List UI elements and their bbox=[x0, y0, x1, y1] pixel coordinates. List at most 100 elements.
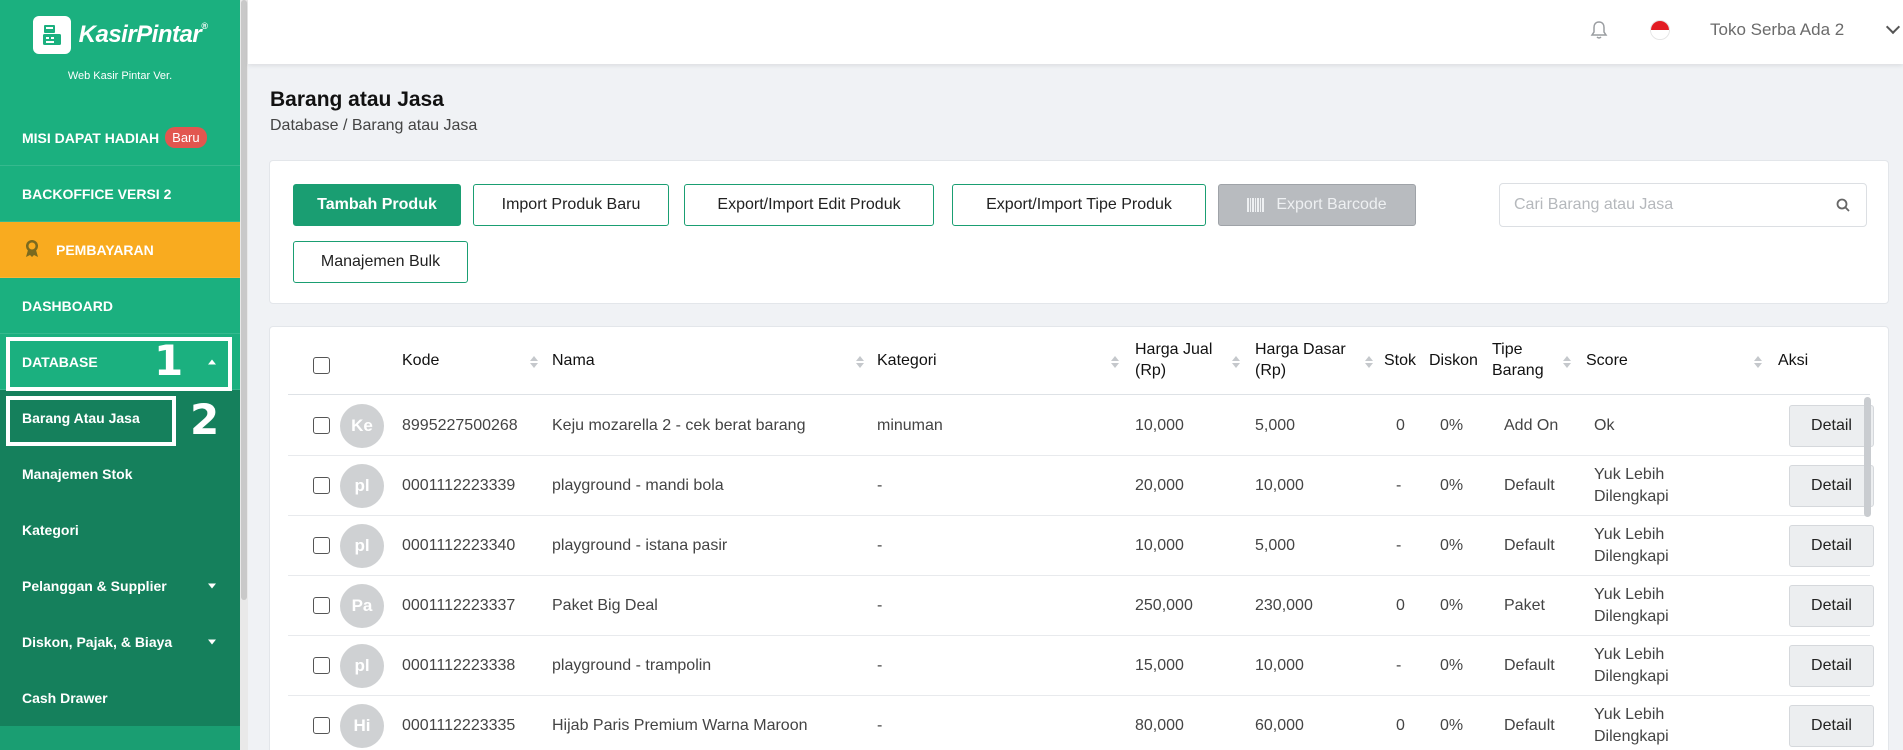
export-import-type-button[interactable]: Export/Import Tipe Produk bbox=[952, 184, 1206, 226]
header-kategori[interactable]: Kategori bbox=[877, 327, 937, 395]
row-checkbox[interactable] bbox=[313, 417, 330, 434]
select-all-checkbox[interactable] bbox=[313, 357, 330, 374]
cell-kode: 0001112223335 bbox=[402, 717, 516, 735]
sort-icon[interactable] bbox=[1365, 356, 1373, 368]
cell-stok: 0 bbox=[1396, 417, 1405, 435]
sidebar-item-database[interactable]: DATABASE bbox=[0, 334, 240, 390]
cell-diskon: 0% bbox=[1440, 717, 1464, 735]
annotation-number-1: 1 bbox=[154, 336, 184, 385]
row-checkbox[interactable] bbox=[313, 597, 330, 614]
detail-button[interactable]: Detail bbox=[1789, 645, 1874, 687]
cell-kode: 0001112223340 bbox=[402, 537, 516, 555]
detail-button[interactable]: Detail bbox=[1789, 465, 1874, 507]
cell-nama: Paket Big Deal bbox=[552, 597, 658, 615]
indonesia-flag-icon[interactable] bbox=[1650, 20, 1670, 40]
cell-diskon: 0% bbox=[1440, 477, 1464, 495]
sidebar-item-diskon-pajak-biaya[interactable]: Diskon, Pajak, & Biaya bbox=[0, 614, 240, 670]
row-checkbox[interactable] bbox=[313, 657, 330, 674]
cell-kode: 8995227500268 bbox=[402, 417, 518, 435]
sidebar-item-manajemen-stok[interactable]: Manajemen Stok bbox=[0, 446, 240, 502]
table-scrollbar[interactable] bbox=[1864, 397, 1871, 517]
add-product-button[interactable]: Tambah Produk bbox=[293, 184, 461, 226]
product-avatar: pl bbox=[340, 464, 384, 508]
sort-icon[interactable] bbox=[1563, 356, 1571, 368]
sort-icon[interactable] bbox=[530, 356, 538, 368]
header-harga-jual[interactable]: Harga Jual (Rp) bbox=[1135, 327, 1231, 395]
row-checkbox[interactable] bbox=[313, 537, 330, 554]
product-avatar: Pa bbox=[340, 584, 384, 628]
header-harga-dasar[interactable]: Harga Dasar (Rp) bbox=[1255, 327, 1363, 395]
sidebar-item-cash-drawer[interactable]: Cash Drawer bbox=[0, 670, 240, 726]
brand-logo[interactable]: KasirPintar® bbox=[32, 16, 208, 54]
sort-icon[interactable] bbox=[1232, 356, 1240, 368]
detail-button[interactable]: Detail bbox=[1789, 585, 1874, 627]
product-avatar: Ke bbox=[340, 404, 384, 448]
cell-kategori: - bbox=[877, 717, 883, 735]
cash-register-icon bbox=[32, 16, 71, 54]
sort-icon[interactable] bbox=[856, 356, 864, 368]
sidebar-item-payment[interactable]: PEMBAYARAN bbox=[0, 222, 240, 278]
header-diskon[interactable]: Diskon bbox=[1429, 327, 1478, 395]
cell-harga-dasar: 5,000 bbox=[1255, 417, 1296, 435]
cell-score: Yuk Lebih Dilengkapi bbox=[1594, 646, 1669, 685]
sidebar-item-dashboard[interactable]: DASHBOARD bbox=[0, 278, 240, 334]
sort-icon[interactable] bbox=[1754, 356, 1762, 368]
cell-score: Yuk Lebih Dilengkapi bbox=[1594, 706, 1669, 745]
detail-button[interactable]: Detail bbox=[1789, 405, 1874, 447]
cell-diskon: 0% bbox=[1440, 597, 1464, 615]
cell-tipe-barang: Default bbox=[1504, 657, 1555, 675]
cell-tipe-barang: Add On bbox=[1504, 417, 1559, 435]
sidebar-item-backoffice[interactable]: BACKOFFICE VERSI 2 bbox=[0, 166, 240, 222]
cell-kode: 0001112223338 bbox=[402, 657, 516, 675]
cell-harga-dasar: 10,000 bbox=[1255, 477, 1304, 495]
sidebar-item-kategori[interactable]: Kategori bbox=[0, 502, 240, 558]
export-import-edit-button[interactable]: Export/Import Edit Produk bbox=[684, 184, 934, 226]
brand-name: KasirPintar bbox=[78, 21, 202, 48]
product-avatar: pl bbox=[340, 524, 384, 568]
cell-kategori: minuman bbox=[877, 417, 943, 435]
sidebar-brand: KasirPintar® Web Kasir Pintar Ver. bbox=[0, 0, 240, 110]
sub-item-label: Pelanggan & Supplier bbox=[22, 578, 167, 594]
cell-kode: 0001112223339 bbox=[402, 477, 516, 495]
search-input[interactable] bbox=[1500, 184, 1830, 226]
caret-down-icon bbox=[208, 639, 216, 645]
header-kode[interactable]: Kode bbox=[402, 327, 439, 395]
cell-score: Yuk Lebih Dilengkapi bbox=[1594, 526, 1669, 565]
bulk-management-button[interactable]: Manajemen Bulk bbox=[293, 241, 468, 283]
search-icon[interactable] bbox=[1836, 198, 1850, 212]
sub-item-label: Kategori bbox=[22, 522, 79, 538]
cell-stok: 0 bbox=[1396, 597, 1405, 615]
detail-button[interactable]: Detail bbox=[1789, 525, 1874, 567]
header-score[interactable]: Score bbox=[1586, 327, 1628, 395]
cell-diskon: 0% bbox=[1440, 417, 1464, 435]
cell-score: Yuk Lebih Dilengkapi bbox=[1594, 466, 1669, 505]
product-avatar: Hi bbox=[340, 704, 384, 748]
header-stok[interactable]: Stok bbox=[1384, 327, 1416, 395]
cell-diskon: 0% bbox=[1440, 657, 1464, 675]
sidebar-scrollbar[interactable] bbox=[240, 0, 248, 750]
row-checkbox[interactable] bbox=[313, 717, 330, 734]
cell-harga-jual: 10,000 bbox=[1135, 537, 1184, 555]
cell-nama: playground - trampolin bbox=[552, 657, 712, 675]
sub-item-label: Diskon, Pajak, & Biaya bbox=[22, 634, 173, 650]
bell-icon[interactable] bbox=[1590, 20, 1608, 40]
mission-label: MISI DAPAT HADIAH bbox=[22, 129, 160, 146]
cell-kategori: - bbox=[877, 537, 883, 555]
chevron-down-icon[interactable] bbox=[1885, 19, 1901, 35]
cell-tipe-barang: Paket bbox=[1504, 597, 1545, 615]
sidebar-item-pelanggan-supplier[interactable]: Pelanggan & Supplier bbox=[0, 558, 240, 614]
import-new-product-button[interactable]: Import Produk Baru bbox=[473, 184, 669, 226]
sidebar-item-mission[interactable]: MISI DAPAT HADIAH Baru bbox=[0, 110, 240, 166]
export-barcode-button[interactable]: Export Barcode bbox=[1218, 184, 1416, 226]
row-checkbox[interactable] bbox=[313, 477, 330, 494]
sort-icon[interactable] bbox=[1111, 356, 1119, 368]
store-name[interactable]: Toko Serba Ada 2 bbox=[1710, 20, 1844, 40]
cell-kategori: - bbox=[877, 597, 883, 615]
detail-button[interactable]: Detail bbox=[1789, 705, 1874, 747]
brand-registered-mark: ® bbox=[201, 21, 208, 31]
backoffice-label: BACKOFFICE VERSI 2 bbox=[22, 185, 172, 202]
header-nama[interactable]: Nama bbox=[552, 327, 595, 395]
sidebar-scrollbar-thumb[interactable] bbox=[241, 0, 247, 600]
cell-tipe-barang: Default bbox=[1504, 477, 1555, 495]
header-tipe-barang[interactable]: Tipe Barang bbox=[1492, 327, 1562, 395]
